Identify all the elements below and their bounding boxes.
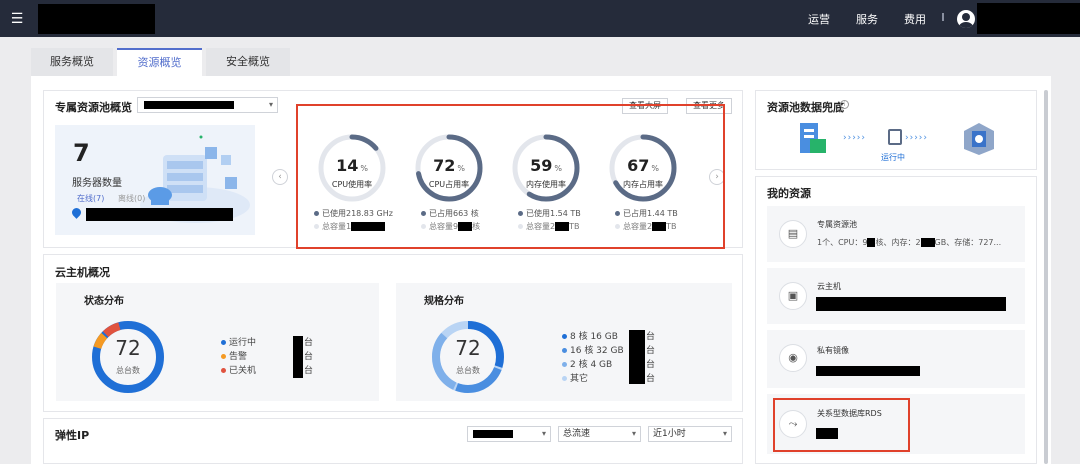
online-count-link[interactable]: 在线(7) xyxy=(77,193,104,204)
legend-dot xyxy=(562,348,567,353)
unit-text: 台 xyxy=(646,360,656,370)
private-image-icon: ◉ xyxy=(779,344,807,372)
info-icon[interactable]: i xyxy=(840,100,849,109)
resource-pool-select[interactable]: ▾ xyxy=(137,97,278,113)
legend-item-running: 运行中 xyxy=(221,336,256,350)
unit-text: 台 xyxy=(646,346,656,356)
username-redacted[interactable] xyxy=(977,3,1080,34)
resource-name: 私有镜像 xyxy=(817,346,849,355)
sync-arrows: ››››› xyxy=(905,133,928,143)
resource-detail-redacted xyxy=(816,297,1006,311)
nav-link-services[interactable]: 服务 xyxy=(856,11,878,27)
legend-item-alarm: 告警 xyxy=(221,350,256,364)
source-server-icon xyxy=(796,121,828,157)
chevron-down-icon: ▾ xyxy=(268,100,273,109)
status-total-label: 总台数 xyxy=(116,366,140,375)
server-count: 7 xyxy=(73,139,90,167)
eip-flow-select[interactable]: 总流速 ▾ xyxy=(558,426,641,442)
legend-dot xyxy=(562,376,567,381)
resource-pool-select-redacted xyxy=(144,101,234,109)
hamburger-menu-icon[interactable]: ☰ xyxy=(8,10,26,28)
legend-item-stopped: 已关机 xyxy=(221,364,256,378)
logo-redacted xyxy=(38,4,155,34)
status-distribution-title: 状态分布 xyxy=(84,296,124,307)
sync-arrows: ››››› xyxy=(843,133,866,143)
nav-separator xyxy=(942,13,944,21)
spec-legend: 8 核 16 GB 16 核 32 GB 2 核 4 GB 其它 xyxy=(562,330,624,386)
top-bar: ☰ 运营 服务 费用 xyxy=(0,0,1080,37)
status-total-value: 72 xyxy=(115,336,141,360)
legend-dot xyxy=(221,340,226,345)
resource-item-dedicated-pool[interactable]: ▤ 专属资源池 1个、CPU：9 核、内存：2 GB、存储：727... xyxy=(767,206,1025,262)
my-resources-title: 我的资源 xyxy=(767,187,811,200)
legend-dot xyxy=(562,334,567,339)
resource-name: 云主机 xyxy=(817,282,841,291)
tab-resource-overview[interactable]: 资源概览 xyxy=(117,48,202,76)
resource-item-private-image[interactable]: ◉ 私有镜像 xyxy=(767,330,1025,388)
unit-text: 台 xyxy=(646,332,656,342)
scrollbar[interactable] xyxy=(1044,90,1048,464)
resource-name: 专属资源池 xyxy=(817,220,857,229)
detail-redacted xyxy=(920,238,935,247)
nav-link-billing[interactable]: 费用 xyxy=(904,11,926,27)
offline-count-label: 离线(0) xyxy=(118,194,146,203)
pool-fallback-title: 资源池数据兜底 xyxy=(767,101,844,114)
spec-counts-redacted xyxy=(629,330,645,384)
status-counts-redacted xyxy=(293,336,303,378)
legend-item-other: 其它 xyxy=(562,372,624,386)
backup-target-icon xyxy=(962,121,996,157)
chevron-down-icon: ▾ xyxy=(541,429,546,438)
status-legend: 运行中 告警 已关机 xyxy=(221,336,256,378)
legend-dot xyxy=(562,362,567,367)
nav-link-operations[interactable]: 运营 xyxy=(808,11,830,27)
spec-total-value: 72 xyxy=(455,336,481,360)
server-pool-icon: ▤ xyxy=(779,220,807,248)
spec-distribution-title: 规格分布 xyxy=(424,296,464,307)
spec-total-label: 总台数 xyxy=(456,366,480,375)
chevron-down-icon: ▾ xyxy=(631,429,636,438)
resource-detail-redacted xyxy=(816,366,920,376)
eip-time-select[interactable]: 近1小时 ▾ xyxy=(648,426,732,442)
carousel-prev-icon[interactable]: ‹ xyxy=(272,169,288,185)
server-count-label: 服务器数量 xyxy=(72,178,122,189)
unit-text: 台 xyxy=(304,338,314,348)
legend-dot xyxy=(221,368,226,373)
unit-text: 台 xyxy=(304,366,314,376)
vm-overview-title: 云主机概况 xyxy=(55,266,110,279)
tab-security-overview[interactable]: 安全概览 xyxy=(206,48,290,76)
cloud-host-icon: ▣ xyxy=(779,282,807,310)
legend-item-8c16g: 8 核 16 GB xyxy=(562,330,624,344)
resource-item-cloud-host[interactable]: ▣ 云主机 xyxy=(767,268,1025,324)
location-redacted xyxy=(86,208,233,221)
user-avatar-icon[interactable] xyxy=(957,10,975,28)
eip-select-redacted xyxy=(473,430,513,438)
chevron-down-icon: ▾ xyxy=(722,429,727,438)
highlight-box-metrics xyxy=(296,104,725,249)
pool-fallback-status: 运行中 xyxy=(881,153,905,162)
tab-service-overview[interactable]: 服务概览 xyxy=(31,48,113,76)
status-units: 台 台 台 xyxy=(304,336,313,378)
unit-text: 台 xyxy=(646,374,656,384)
resource-pool-title: 专属资源池概览 xyxy=(55,101,132,114)
eip-title: 弹性IP xyxy=(55,429,90,442)
unit-text: 台 xyxy=(304,352,314,362)
spec-units: 台 台 台 台 xyxy=(646,330,655,386)
legend-dot xyxy=(221,354,226,359)
legend-item-16c32g: 16 核 32 GB xyxy=(562,344,624,358)
eip-resource-select[interactable]: ▾ xyxy=(467,426,551,442)
legend-item-2c4g: 2 核 4 GB xyxy=(562,358,624,372)
sync-doc-icon xyxy=(888,129,902,145)
resource-detail: 1个、CPU：9 核、内存：2 GB、存储：727... xyxy=(817,238,1002,247)
highlight-box-rds xyxy=(773,398,910,452)
